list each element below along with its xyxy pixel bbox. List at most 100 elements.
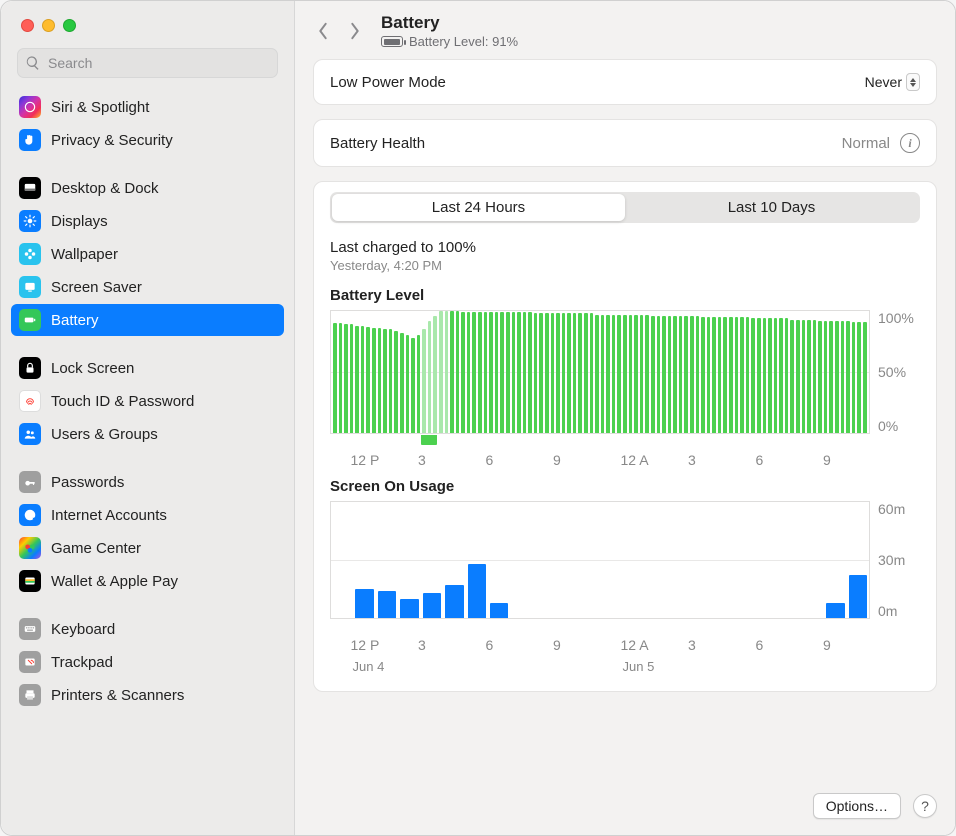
- search-input[interactable]: [17, 48, 278, 78]
- battery-level-bar: [450, 311, 454, 433]
- minimize-icon[interactable]: [42, 19, 55, 32]
- battery-level-bar: [595, 315, 599, 433]
- battery-level-chart: [330, 310, 870, 434]
- screen-on-bar: [468, 564, 486, 618]
- sidebar-item-privacy-security[interactable]: Privacy & Security: [11, 124, 284, 156]
- sidebar-item-users-groups[interactable]: Users & Groups: [11, 418, 284, 450]
- battery-level-bar: [573, 313, 577, 433]
- battery-level-bar: [746, 317, 750, 433]
- sidebar-item-label: Screen Saver: [51, 279, 142, 296]
- nav-forward-button[interactable]: [345, 18, 365, 44]
- battery-level-bar: [339, 323, 343, 433]
- battery-drain-marker: [421, 435, 438, 445]
- battery-level-bar: [807, 320, 811, 433]
- battery-level-bar: [690, 316, 694, 433]
- sidebar-item-label: Printers & Scanners: [51, 687, 184, 704]
- battery-level-bar: [545, 313, 549, 433]
- sidebar: Siri & SpotlightPrivacy & Security Deskto…: [1, 1, 295, 835]
- battery-level-bar: [818, 321, 822, 433]
- sidebar-item-passwords[interactable]: Passwords: [11, 466, 284, 498]
- sidebar-item-label: Battery: [51, 312, 99, 329]
- battery-level-bar: [790, 320, 794, 433]
- window-controls: [1, 1, 294, 42]
- sidebar-item-touch-id-password[interactable]: Touch ID & Password: [11, 385, 284, 417]
- zoom-icon[interactable]: [63, 19, 76, 32]
- x-tick-label: 9: [553, 637, 561, 653]
- sidebar-item-displays[interactable]: Displays: [11, 205, 284, 237]
- sidebar-item-keyboard[interactable]: Keyboard: [11, 613, 284, 645]
- sidebar-item-lock-screen[interactable]: Lock Screen: [11, 352, 284, 384]
- page-title: Battery: [381, 13, 518, 33]
- main-content: Battery Battery Level: 91% Low Power Mod…: [295, 1, 955, 835]
- sidebar-item-desktop-dock[interactable]: Desktop & Dock: [11, 172, 284, 204]
- options-button[interactable]: Options…: [813, 793, 901, 819]
- x-tick-label: 12 P: [351, 637, 380, 653]
- sidebar-item-wallet-apple-pay[interactable]: Wallet & Apple Pay: [11, 565, 284, 597]
- battery-level-bar: [757, 318, 761, 433]
- screen-on-bar: [490, 603, 508, 618]
- sidebar-item-screen-saver[interactable]: Screen Saver: [11, 271, 284, 303]
- screen-on-bar: [445, 585, 463, 618]
- x-tick-label: 12 A: [621, 637, 649, 653]
- battery-level-bar: [640, 315, 644, 433]
- sidebar-item-trackpad[interactable]: Trackpad: [11, 646, 284, 678]
- nav-back-button[interactable]: [313, 18, 333, 44]
- screen-on-bar: [378, 591, 396, 618]
- sidebar-item-printers-scanners[interactable]: Printers & Scanners: [11, 679, 284, 711]
- battery-level-bar: [472, 312, 476, 433]
- x-tick-label: 6: [756, 637, 764, 653]
- screen-on-usage-chart: [330, 501, 870, 619]
- low-power-mode-dropdown[interactable]: Never: [865, 73, 920, 91]
- battery-level-bar: [366, 327, 370, 433]
- battery-level-bar: [662, 316, 666, 433]
- battery-level-bar: [701, 317, 705, 433]
- battery-level-bar: [684, 316, 688, 433]
- battery-level-bar: [835, 321, 839, 433]
- battery-level-bar: [718, 317, 722, 433]
- sidebar-item-internet-accounts[interactable]: Internet Accounts: [11, 499, 284, 531]
- x-axis-ticks-2: 12 P36912 A369: [330, 637, 870, 655]
- users-icon: [19, 423, 41, 445]
- low-power-mode-row: Low Power Mode Never: [313, 59, 937, 105]
- battery-level-bar: [406, 335, 410, 433]
- battery-health-value: Normal: [842, 135, 890, 152]
- battery-icon: [19, 309, 41, 331]
- battery-level-bar: [829, 321, 833, 433]
- battery-level-bar: [863, 322, 867, 433]
- search-field-wrap: [17, 48, 278, 78]
- help-button[interactable]: ?: [913, 794, 937, 818]
- battery-level-bar: [456, 311, 460, 433]
- battery-level-bar: [796, 320, 800, 433]
- battery-level-bar: [657, 316, 661, 433]
- close-icon[interactable]: [21, 19, 34, 32]
- screen-on-bar: [400, 599, 418, 618]
- x-tick-label: 9: [823, 637, 831, 653]
- sidebar-item-game-center[interactable]: Game Center: [11, 532, 284, 564]
- sidebar-list[interactable]: Siri & SpotlightPrivacy & Security Deskto…: [1, 86, 294, 835]
- battery-level-bar: [852, 322, 856, 433]
- battery-level-bar: [500, 312, 504, 433]
- battery-level-bar: [512, 312, 516, 433]
- sidebar-item-wallpaper[interactable]: Wallpaper: [11, 238, 284, 270]
- x-tick-label: 9: [823, 452, 831, 468]
- battery-level-bar: [729, 317, 733, 433]
- battery-level-bar: [523, 312, 527, 433]
- x-tick-label: 3: [688, 637, 696, 653]
- fingerprint-icon: [19, 390, 41, 412]
- sidebar-item-label: Internet Accounts: [51, 507, 167, 524]
- battery-level-bar: [534, 313, 538, 433]
- sidebar-item-siri-spotlight[interactable]: Siri & Spotlight: [11, 91, 284, 123]
- battery-level-bar: [735, 317, 739, 433]
- segment-last-24-hours[interactable]: Last 24 Hours: [332, 194, 625, 221]
- usage-card: Last 24 Hours Last 10 Days Last charged …: [313, 181, 937, 692]
- gamecenter-icon: [19, 537, 41, 559]
- battery-level-bar: [612, 315, 616, 433]
- battery-level-bar: [439, 311, 443, 433]
- segment-last-10-days[interactable]: Last 10 Days: [625, 194, 918, 221]
- trackpad-icon: [19, 651, 41, 673]
- info-icon[interactable]: i: [900, 133, 920, 153]
- battery-level-bar: [578, 313, 582, 433]
- sidebar-item-battery[interactable]: Battery: [11, 304, 284, 336]
- key-icon: [19, 471, 41, 493]
- battery-level-bar: [556, 313, 560, 433]
